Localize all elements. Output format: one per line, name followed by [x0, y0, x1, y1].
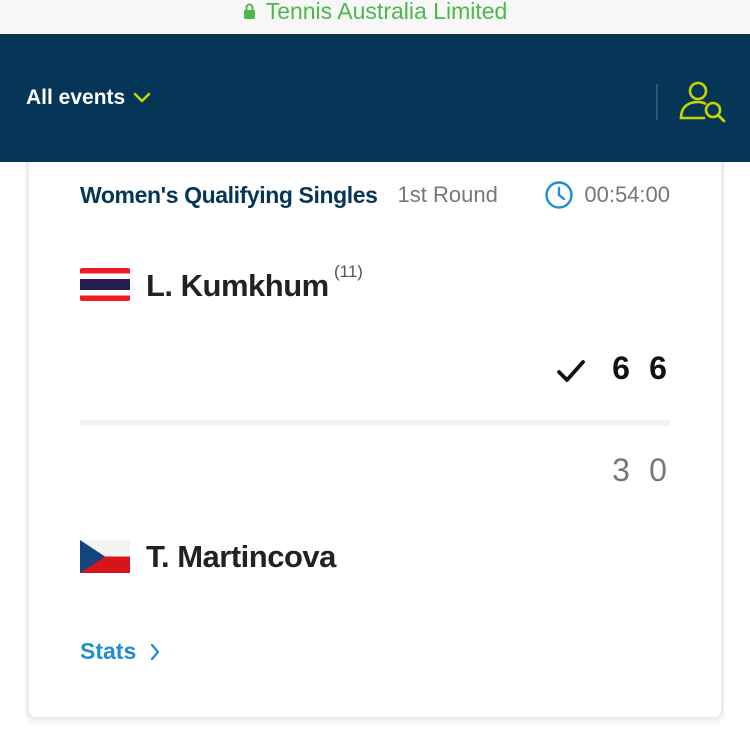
header-divider [656, 84, 658, 120]
clock-icon [545, 181, 574, 209]
browser-url-bar[interactable]: Tennis Australia Limited [0, 0, 750, 34]
player1-set2-score: 6 [649, 350, 667, 386]
all-events-dropdown[interactable]: All events [26, 86, 151, 110]
match-info-row: Women's Qualifying Singles 1st Round 00:… [80, 180, 670, 210]
czech-flag-icon [80, 540, 130, 573]
chevron-right-icon [151, 643, 160, 660]
url-host-text: Tennis Australia Limited [265, 0, 508, 24]
stats-link[interactable]: Stats [80, 638, 160, 665]
player2-set2-score: 0 [649, 452, 667, 488]
all-events-label: All events [26, 86, 126, 109]
player1-set1-score: 6 [612, 350, 630, 386]
player-separator [80, 420, 670, 426]
player1-name[interactable]: L. Kumkhum [146, 268, 329, 304]
player2-name[interactable]: T. Martincova [146, 539, 336, 575]
player1-seed: (11) [334, 262, 363, 281]
round-label: 1st Round [397, 182, 498, 207]
match-duration: 00:54:00 [584, 182, 670, 207]
player2-set1-score: 3 [612, 452, 630, 488]
event-name: Women's Qualifying Singles [80, 181, 378, 208]
chevron-down-icon [133, 92, 151, 103]
thailand-flag-icon [80, 268, 130, 301]
match-card[interactable] [26, 162, 724, 720]
checkmark-icon [557, 360, 585, 382]
stats-label: Stats [80, 638, 137, 664]
app-header: All events [0, 34, 750, 162]
user-search-icon[interactable] [678, 80, 728, 124]
lock-icon [243, 3, 255, 19]
